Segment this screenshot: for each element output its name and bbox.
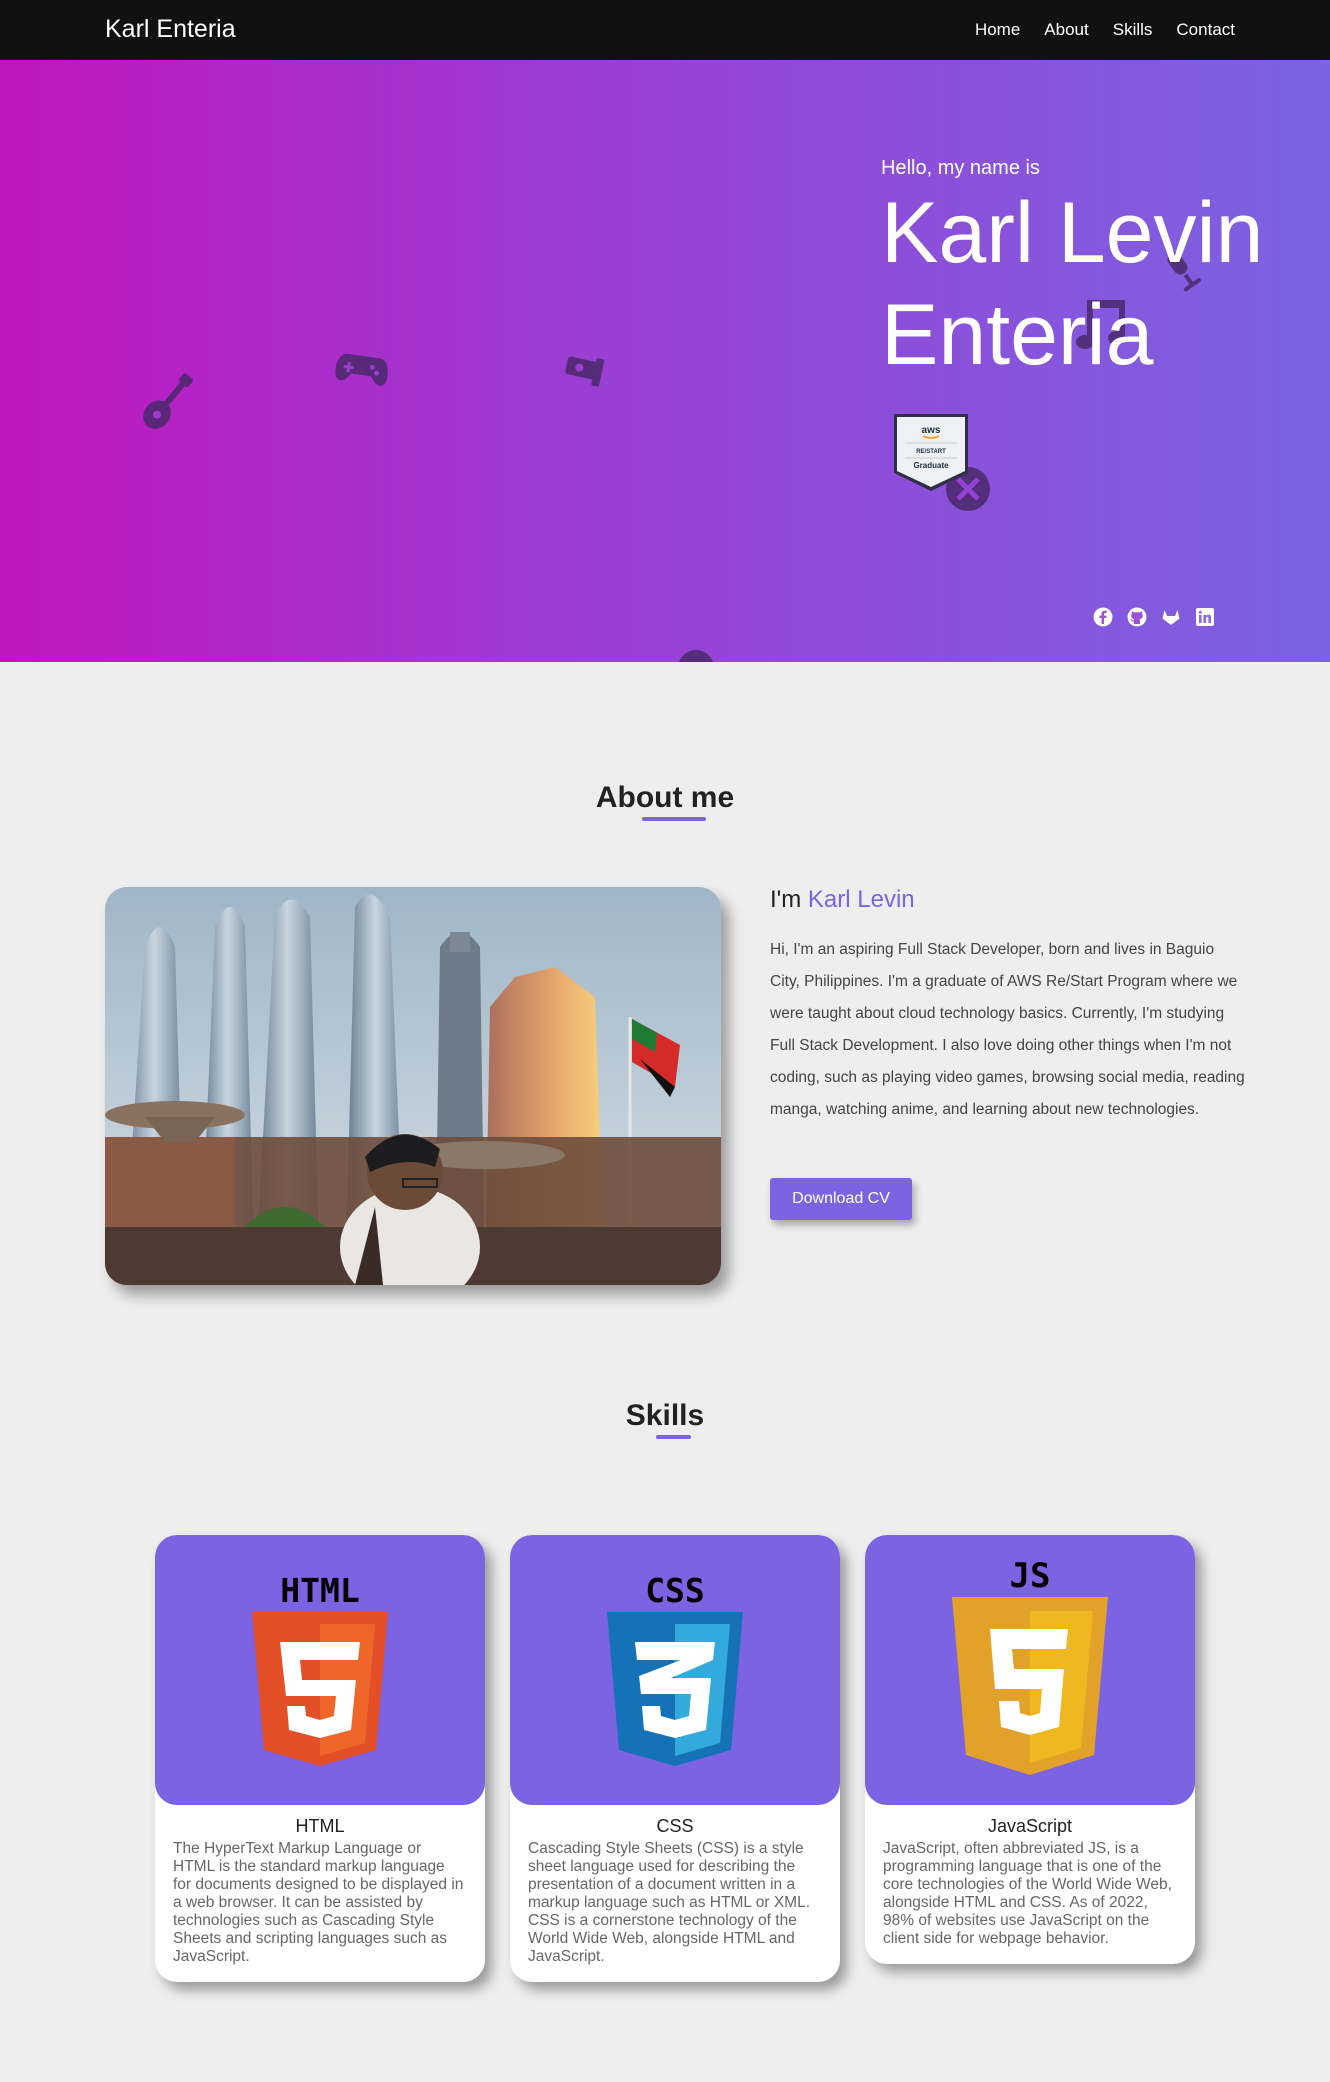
navbar: Karl Enteria Home About Skills Contact: [0, 0, 1330, 60]
js-logo-panel: JS: [865, 1535, 1195, 1805]
javascript-logo-icon: JS: [952, 1556, 1108, 1775]
download-cv-button[interactable]: Download CV: [770, 1178, 912, 1220]
badge-brand: aws: [922, 425, 941, 436]
about-text: Hi, I'm an aspiring Full Stack Developer…: [770, 941, 1245, 1118]
about-heading: I'm Karl Levin: [770, 886, 915, 914]
css-logo-text: CSS: [645, 1571, 705, 1610]
record-icon: [679, 650, 713, 662]
about-title-underline: [642, 817, 706, 821]
social-links: [1092, 606, 1216, 628]
html5-logo-icon: HTML: [252, 1571, 388, 1766]
skill-name: JavaScript: [987, 1816, 1073, 1836]
hero-section: Hello, my name is Karl Levin Enteria aws…: [0, 60, 1330, 662]
nav-link-skills[interactable]: Skills: [1113, 20, 1153, 40]
skill-name: HTML: [295, 1816, 345, 1836]
nav-links: Home About Skills Contact: [975, 20, 1235, 40]
html-logo-text: HTML: [280, 1571, 359, 1610]
hero-name: Karl Levin Enteria: [881, 185, 1264, 383]
gamepad-icon: [335, 353, 388, 386]
skill-desc: JavaScript, often abbreviated JS, is a p…: [883, 1840, 1172, 1947]
about-heading-prefix: I'm: [770, 886, 802, 913]
skill-card-html: HTML HTML The HyperText Markup Language …: [155, 1535, 485, 1982]
skill-name: CSS: [656, 1816, 694, 1836]
brand-logo[interactable]: Karl Enteria: [105, 15, 236, 44]
badge-title: Graduate: [913, 461, 949, 470]
skill-desc: Cascading Style Sheets (CSS) is a style …: [528, 1840, 810, 1965]
nav-link-about[interactable]: About: [1044, 20, 1088, 40]
guitar-icon: [143, 373, 193, 429]
html-logo-panel: HTML: [155, 1535, 485, 1805]
hero-greeting: Hello, my name is: [881, 157, 1040, 179]
linkedin-icon[interactable]: [1194, 606, 1216, 628]
skill-card-css: CSS CSS Cascading Style Sheets (CSS) is …: [510, 1535, 840, 1982]
profile-photo: [105, 887, 721, 1285]
css3-logo-icon: CSS: [607, 1571, 743, 1766]
nav-link-home[interactable]: Home: [975, 20, 1020, 40]
about-heading-name: Karl Levin: [807, 886, 915, 913]
camera-icon: [565, 356, 605, 387]
skill-desc: The HyperText Markup Language or HTML is…: [173, 1840, 464, 1965]
nav-link-contact[interactable]: Contact: [1176, 20, 1235, 40]
github-icon[interactable]: [1126, 606, 1148, 628]
js-logo-text: JS: [1010, 1556, 1051, 1596]
about-section-title: About me: [595, 781, 735, 814]
badge-program: RE/START: [916, 449, 946, 455]
aws-restart-badge: aws RE/START Graduate: [894, 414, 968, 491]
gitlab-icon[interactable]: [1160, 606, 1182, 628]
facebook-icon[interactable]: [1092, 606, 1114, 628]
css-logo-panel: CSS: [510, 1535, 840, 1805]
skills-title-underline: [656, 1435, 691, 1439]
skill-card-javascript: JS JavaScript JavaScript, often abbrevia…: [865, 1535, 1195, 1964]
skills-section-title: Skills: [625, 1399, 705, 1432]
